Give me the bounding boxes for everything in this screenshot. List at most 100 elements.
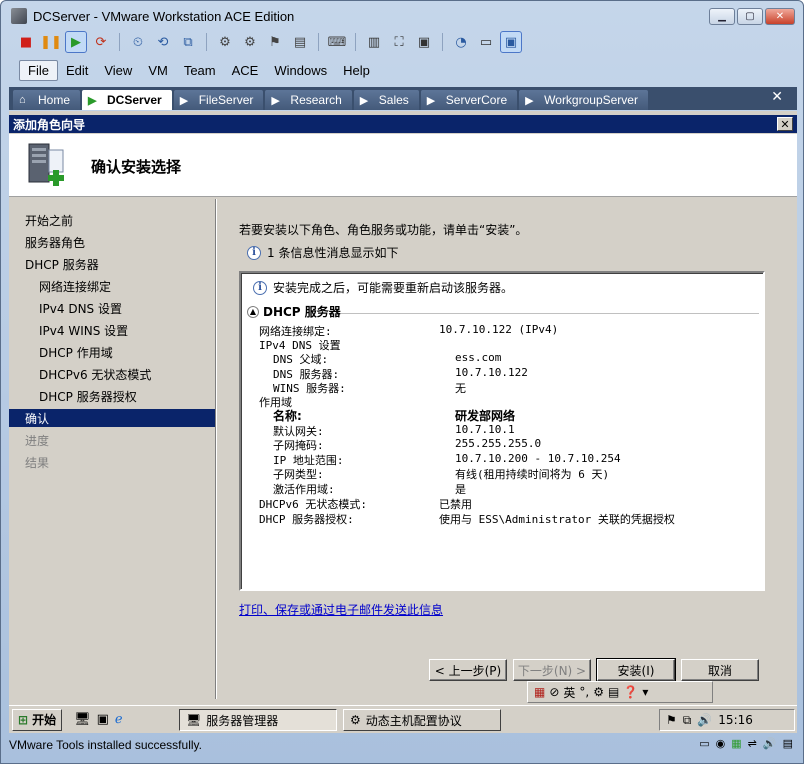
toolbar-separator xyxy=(206,33,207,51)
help-icon[interactable]: ❓ xyxy=(623,685,638,699)
nav-item-before-you-begin[interactable]: 开始之前 xyxy=(9,211,215,229)
guest-display[interactable]: 添加角色向导 ✕ 确认安装选择 开始之前 服务器角色 DHCP 服务器 网络连接… xyxy=(9,111,797,733)
nav-divider xyxy=(215,199,217,699)
menu-windows[interactable]: Windows xyxy=(266,61,335,80)
nav-item-dhcp-authorization[interactable]: DHCP 服务器授权 xyxy=(9,387,215,405)
nav-item-ipv4-dns[interactable]: IPv4 DNS 设置 xyxy=(9,299,215,317)
nav-item-server-roles[interactable]: 服务器角色 xyxy=(9,233,215,251)
sound-icon[interactable]: 🔊 xyxy=(763,737,777,750)
disabled-icon[interactable]: ⊘ xyxy=(549,685,559,699)
ctrl-alt-del-icon[interactable]: ⌨ xyxy=(326,31,348,53)
power-off-icon[interactable]: ■ xyxy=(15,31,37,53)
summary-value: 10.7.10.122 (IPv4) xyxy=(439,323,559,336)
vm-tab-bar: ⌂ Home ▶ DCServer ▶ FileServer ▶ Research ▶ S… xyxy=(9,87,797,110)
snapshot-manager-icon[interactable]: ⧉ xyxy=(177,31,199,53)
nav-item-confirmation[interactable]: 确认 xyxy=(9,409,215,427)
vm-icon: ▶ xyxy=(426,95,436,107)
menu-help[interactable]: Help xyxy=(335,61,378,80)
summary-label: DHCP 服务器授权: xyxy=(259,513,354,526)
nav-item-ipv4-wins[interactable]: IPv4 WINS 设置 xyxy=(9,321,215,339)
home-icon: ⌂ xyxy=(19,94,26,106)
keyboard-icon[interactable]: ▤ xyxy=(608,685,619,699)
console-view-icon[interactable]: ▭ xyxy=(475,31,497,53)
print-save-email-link[interactable]: 打印、保存或通过电子邮件发送此信息 xyxy=(239,601,443,618)
maximize-button[interactable]: ▢ xyxy=(737,8,763,25)
collapse-chevron-icon[interactable]: ▲ xyxy=(247,305,259,318)
reset-icon[interactable]: ⟳ xyxy=(90,31,112,53)
quick-switch-icon[interactable]: ▣ xyxy=(413,31,435,53)
taskbar-button-dhcp[interactable]: ⚙ 动态主机配置协议 xyxy=(343,709,501,731)
ime-mode-label[interactable]: 英 xyxy=(563,684,575,701)
network-adapter-icon[interactable]: ▦ xyxy=(731,737,741,750)
tab-dcserver[interactable]: ▶ DCServer xyxy=(82,90,172,110)
punctuation-icon[interactable]: °, xyxy=(579,685,589,699)
fullscreen-icon[interactable]: ⛶ xyxy=(388,31,410,53)
menu-vm[interactable]: VM xyxy=(140,61,176,80)
tab-servercore[interactable]: ▶ ServerCore xyxy=(420,90,518,110)
summary-note: i 安装完成之后，可能需要重新启动该服务器。 xyxy=(253,279,513,296)
team-icon[interactable]: ⚙ xyxy=(214,31,236,53)
suspend-icon[interactable]: ❚❚ xyxy=(40,31,62,53)
quick-launch: 🖥 ▣ ℯ xyxy=(74,712,123,727)
summary-section-header[interactable]: ▲ DHCP 服务器 xyxy=(247,303,341,320)
install-button[interactable]: 安装(I) xyxy=(596,658,676,682)
network-icon[interactable]: ⧉ xyxy=(683,713,692,728)
menu-view[interactable]: View xyxy=(96,61,140,80)
menu-ace[interactable]: ACE xyxy=(224,61,267,80)
confirmation-summary[interactable]: i 安装完成之后，可能需要重新启动该服务器。 ▲ DHCP 服务器 网络连接绑定… xyxy=(239,271,765,591)
hard-disk-icon[interactable]: ▭ xyxy=(699,737,709,750)
ime-icon[interactable]: ▦ xyxy=(534,685,545,699)
ace-icon[interactable]: ⚑ xyxy=(264,31,286,53)
tab-research[interactable]: ▶ Research xyxy=(265,90,352,110)
tab-fileserver[interactable]: ▶ FileServer xyxy=(173,90,264,110)
nav-item-network-bindings[interactable]: 网络连接绑定 xyxy=(9,277,215,295)
tab-sales[interactable]: ▶ Sales xyxy=(353,90,419,110)
toolbar-separator xyxy=(355,33,356,51)
package-icon[interactable]: ▤ xyxy=(289,31,311,53)
info-icon: i xyxy=(247,245,261,260)
summary-note-text: 安装完成之后，可能需要重新启动该服务器。 xyxy=(273,281,514,295)
tray-icon[interactable]: ⚑ xyxy=(666,713,677,727)
menu-team[interactable]: Team xyxy=(176,61,224,80)
server-manager-icon[interactable]: 🖥 xyxy=(74,712,91,727)
close-tab-icon[interactable]: ✕ xyxy=(771,89,783,105)
summary-view-icon[interactable]: ◔ xyxy=(450,31,472,53)
revert-snapshot-icon[interactable]: ⟲ xyxy=(152,31,174,53)
volume-icon[interactable]: 🔊 xyxy=(697,713,712,727)
team-settings-icon[interactable]: ⚙ xyxy=(239,31,261,53)
langbar-menu-icon[interactable]: ▾ xyxy=(642,685,648,699)
command-prompt-icon[interactable]: ▣ xyxy=(97,712,109,727)
nav-item-dhcpv6-stateless[interactable]: DHCPv6 无状态模式 xyxy=(9,365,215,383)
settings-icon[interactable]: ⚙ xyxy=(593,685,604,699)
minimize-button[interactable]: ▁ xyxy=(709,8,735,25)
tab-workgroupserver[interactable]: ▶ WorkgroupServer xyxy=(519,90,648,110)
vm-icon: ▶ xyxy=(179,95,189,107)
tab-label: Sales xyxy=(378,93,409,107)
guest-taskbar: ⊞ 开始 🖥 ▣ ℯ 🖥 服务器管理器 ⚙ 动态主机配置协议 ⚑ ⧉ 🔊 15:… xyxy=(9,705,797,733)
nav-item-dhcp-scopes[interactable]: DHCP 作用域 xyxy=(9,343,215,361)
tab-label: WorkgroupServer xyxy=(544,93,638,107)
snapshot-icon[interactable]: ⏲ xyxy=(127,31,149,53)
menu-file[interactable]: File xyxy=(19,59,58,81)
start-label: 开始 xyxy=(32,713,57,727)
internet-explorer-icon[interactable]: ℯ xyxy=(115,712,123,727)
window-title: DCServer - VMware Workstation ACE Editio… xyxy=(33,8,295,24)
info-message-count: i 1 条信息性消息显示如下 xyxy=(247,244,398,261)
device-icons: ▭ ◉ ▦ ⇌ 🔊 ▤ xyxy=(699,737,793,750)
close-button[interactable]: ✕ xyxy=(765,8,795,25)
wizard-close-button[interactable]: ✕ xyxy=(777,117,793,131)
previous-button[interactable]: < 上一步(P) xyxy=(429,659,507,681)
summary-value: 使用与 ESS\Administrator 关联的凭据授权 xyxy=(439,513,675,526)
usb-icon[interactable]: ⇌ xyxy=(748,737,757,750)
console-view-active-icon[interactable]: ▣ xyxy=(500,31,522,53)
sidebar-toggle-icon[interactable]: ▥ xyxy=(363,31,385,53)
nav-item-dhcp-server[interactable]: DHCP 服务器 xyxy=(9,255,215,273)
menu-edit[interactable]: Edit xyxy=(58,61,96,80)
message-icon[interactable]: ▤ xyxy=(783,737,793,750)
cdrom-icon[interactable]: ◉ xyxy=(716,737,726,750)
start-button[interactable]: ⊞ 开始 xyxy=(12,708,63,731)
tab-home[interactable]: ⌂ Home xyxy=(13,90,81,110)
taskbar-button-server-manager[interactable]: 🖥 服务器管理器 xyxy=(179,709,337,731)
power-on-icon[interactable]: ▶ xyxy=(65,31,87,53)
cancel-button[interactable]: 取消 xyxy=(681,659,759,681)
